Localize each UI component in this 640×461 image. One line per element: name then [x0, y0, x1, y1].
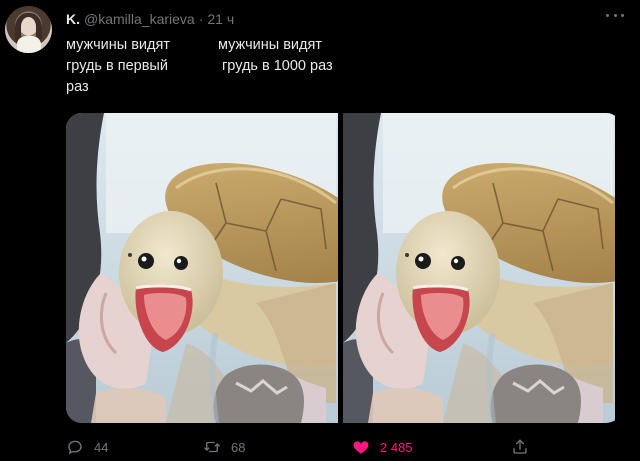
- tweet-header: K. @kamilla_karieva · 21 ч: [66, 10, 234, 28]
- share-icon: [513, 439, 527, 454]
- tweet-media[interactable]: [66, 113, 622, 423]
- display-name[interactable]: K.: [66, 11, 80, 27]
- like-count: 2 485: [380, 439, 413, 455]
- tweet-text-right: мужчины видят грудь в 1000 раз: [218, 35, 333, 77]
- reply-button[interactable]: 44: [66, 436, 108, 458]
- heart-icon: [353, 441, 369, 454]
- retweet-icon: [204, 441, 220, 453]
- like-button[interactable]: 2 485: [352, 436, 413, 458]
- tweet-text-right-line-2: грудь в 1000 раз: [222, 58, 333, 74]
- retweet-count: 68: [231, 439, 246, 455]
- retweet-button[interactable]: 68: [203, 436, 245, 458]
- timestamp[interactable]: 21 ч: [207, 11, 234, 27]
- tweet-actions: 44 68 2 485: [66, 436, 566, 458]
- tweet[interactable]: K. @kamilla_karieva · 21 ч мужчины видят…: [0, 0, 640, 461]
- reply-icon: [68, 440, 82, 455]
- more-options-icon[interactable]: [606, 10, 624, 20]
- tweet-text-right-line-1: мужчины видят: [218, 37, 322, 53]
- media-image-2[interactable]: [343, 113, 615, 423]
- tweet-text-left: мужчины видят грудь в первый раз: [66, 37, 170, 95]
- avatar[interactable]: [5, 6, 52, 53]
- share-button[interactable]: [511, 436, 539, 458]
- reply-count: 44: [94, 439, 109, 455]
- separator-dot: ·: [198, 11, 204, 27]
- media-image-1[interactable]: [66, 113, 338, 423]
- user-handle[interactable]: @kamilla_karieva: [84, 11, 195, 27]
